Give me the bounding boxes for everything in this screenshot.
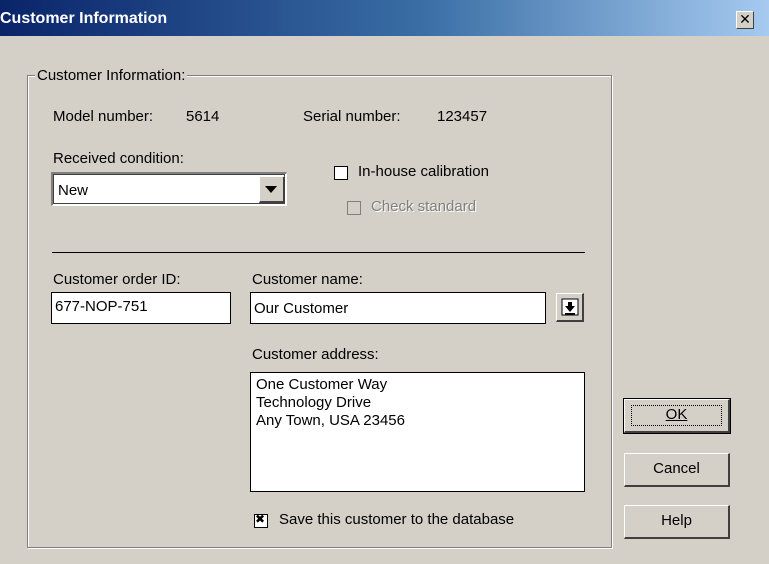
separator-line	[52, 252, 585, 253]
inhouse-calibration-checkbox[interactable]	[334, 166, 348, 180]
customer-order-id-input[interactable]: 677-NOP-751	[51, 292, 231, 324]
received-condition-select[interactable]: New	[51, 172, 287, 206]
cancel-button[interactable]: Cancel	[624, 453, 730, 487]
help-button[interactable]: Help	[624, 505, 730, 539]
customer-address-label: Customer address:	[252, 346, 379, 363]
check-standard-checkbox[interactable]	[347, 201, 361, 215]
customer-name-value: Our Customer	[254, 300, 349, 317]
customer-order-id-label: Customer order ID:	[53, 271, 181, 288]
serial-number-label: Serial number:	[303, 108, 401, 125]
save-customer-label[interactable]: Save this customer to the database	[279, 511, 514, 528]
customer-name-label: Customer name:	[252, 271, 363, 288]
cancel-button-label: Cancel	[653, 460, 700, 477]
model-number-label: Model number:	[53, 108, 154, 125]
serial-number-value: 123457	[437, 108, 488, 125]
down-arrow-icon	[561, 298, 579, 316]
title-bar[interactable]: Customer Information ✕	[0, 0, 769, 36]
model-number-value: 5614	[186, 108, 220, 125]
help-button-label: Help	[661, 512, 692, 529]
save-customer-checkbox[interactable]	[254, 512, 268, 528]
customer-name-input[interactable]: Our Customer	[250, 292, 546, 324]
customer-address-textarea[interactable]: One Customer Way Technology Drive Any To…	[250, 372, 585, 492]
chevron-down-icon	[265, 186, 277, 193]
customer-order-id-value: 677-NOP-751	[55, 298, 148, 315]
focus-rect	[631, 405, 722, 426]
customer-address-value: One Customer Way Technology Drive Any To…	[256, 376, 405, 429]
check-standard-label[interactable]: Check standard	[371, 198, 476, 215]
group-legend: Customer Information:	[35, 67, 188, 84]
received-condition-value: New	[58, 182, 89, 199]
inhouse-calibration-label[interactable]: In-house calibration	[358, 163, 489, 180]
customer-lookup-button[interactable]	[556, 293, 584, 322]
close-button[interactable]: ✕	[736, 11, 754, 29]
received-condition-dropdown-button[interactable]	[259, 176, 285, 203]
received-condition-label: Received condition:	[53, 150, 184, 167]
ok-button[interactable]: OK	[623, 398, 731, 434]
window-title: Customer Information	[0, 10, 168, 27]
close-icon: ✕	[739, 11, 751, 27]
